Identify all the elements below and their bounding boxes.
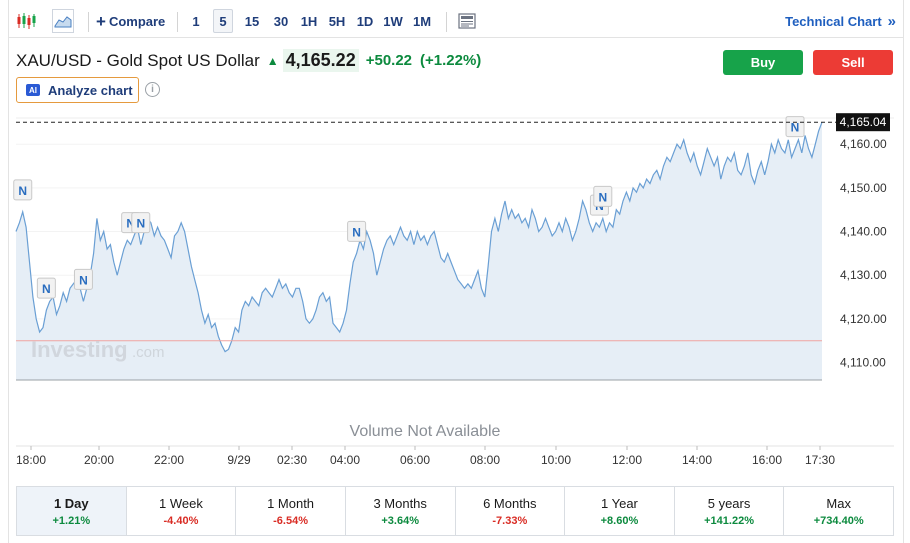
x-tick-label: 14:00 <box>682 453 712 467</box>
period-tab-1-week[interactable]: 1 Week -4.40% <box>127 487 237 535</box>
y-tick-label: 4,130.00 <box>840 268 887 282</box>
period-change: +8.60% <box>600 514 639 527</box>
period-label: 1 Year <box>601 495 638 511</box>
period-change: +141.22% <box>704 514 754 527</box>
price-area-fill <box>16 122 822 380</box>
period-label: 5 years <box>707 495 751 511</box>
last-price-label: 4,165.04 <box>840 115 887 129</box>
x-tick-label: 20:00 <box>84 453 114 467</box>
x-tick-label: 04:00 <box>330 453 360 467</box>
period-label: 3 Months <box>373 495 427 511</box>
watermark-brand: Investing <box>31 337 128 362</box>
x-tick-label: 9/29 <box>227 453 251 467</box>
y-tick-label: 4,140.00 <box>840 225 887 239</box>
news-marker[interactable]: N <box>13 179 33 201</box>
period-tab-6-months[interactable]: 6 Months -7.33% <box>456 487 566 535</box>
news-marker[interactable]: N <box>73 268 93 290</box>
x-tick-label: 22:00 <box>154 453 184 467</box>
period-tab-3-months[interactable]: 3 Months +3.64% <box>346 487 456 535</box>
news-marker-label: N <box>136 217 145 231</box>
news-marker-label: N <box>352 225 361 239</box>
period-change: +3.64% <box>381 514 419 527</box>
news-marker[interactable]: N <box>347 220 367 242</box>
volume-not-available-text: Volume Not Available <box>350 423 501 440</box>
period-performance-tabs: 1 Day +1.21% 1 Week -4.40% 1 Month -6.54% 3 Mo… <box>16 486 894 536</box>
y-tick-label: 4,110.00 <box>840 356 886 370</box>
period-label: 1 Week <box>159 495 203 511</box>
y-tick-label: 4,120.00 <box>840 312 887 326</box>
x-tick-label: 08:00 <box>470 453 500 467</box>
period-change: -4.40% <box>163 514 199 527</box>
period-change: +734.40% <box>813 514 864 527</box>
x-tick-label: 18:00 <box>16 453 46 467</box>
period-tab-1-day[interactable]: 1 Day +1.21% <box>17 487 127 535</box>
news-marker-label: N <box>79 273 88 287</box>
period-change: -6.54% <box>273 514 308 527</box>
x-tick-label: 16:00 <box>752 453 782 467</box>
period-tab-1-month[interactable]: 1 Month -6.54% <box>236 487 346 535</box>
watermark-suffix: .com <box>132 344 165 361</box>
y-tick-label: 4,160.00 <box>840 137 887 151</box>
x-tick-label: 02:30 <box>277 453 307 467</box>
x-tick-label: 12:00 <box>612 453 642 467</box>
y-tick-label: 4,150.00 <box>840 181 887 195</box>
period-label: 1 Day <box>53 495 89 511</box>
news-marker-label: N <box>42 282 51 296</box>
period-change: +1.21% <box>52 514 91 527</box>
period-label: Max <box>826 495 851 511</box>
x-tick-label: 10:00 <box>541 453 571 467</box>
news-marker[interactable]: N <box>131 212 151 234</box>
x-tick-label: 06:00 <box>400 453 430 467</box>
price-chart[interactable]: Investing .com Volume Not Available N N N N… <box>0 0 910 543</box>
x-tick-label: 17:30 <box>805 453 835 467</box>
news-marker[interactable]: N <box>593 185 613 207</box>
news-marker[interactable]: N <box>785 116 805 138</box>
news-marker-label: N <box>598 190 607 204</box>
period-tab-max[interactable]: Max +734.40% <box>784 487 893 535</box>
period-label: 6 Months <box>483 495 537 511</box>
period-change: -7.33% <box>492 514 528 527</box>
news-marker[interactable]: N <box>36 277 56 299</box>
news-marker-label: N <box>18 184 27 198</box>
period-tab-5-years[interactable]: 5 years +141.22% <box>675 487 785 535</box>
period-tab-1-year[interactable]: 1 Year +8.60% <box>565 487 675 535</box>
period-label: 1 Month <box>267 495 315 511</box>
